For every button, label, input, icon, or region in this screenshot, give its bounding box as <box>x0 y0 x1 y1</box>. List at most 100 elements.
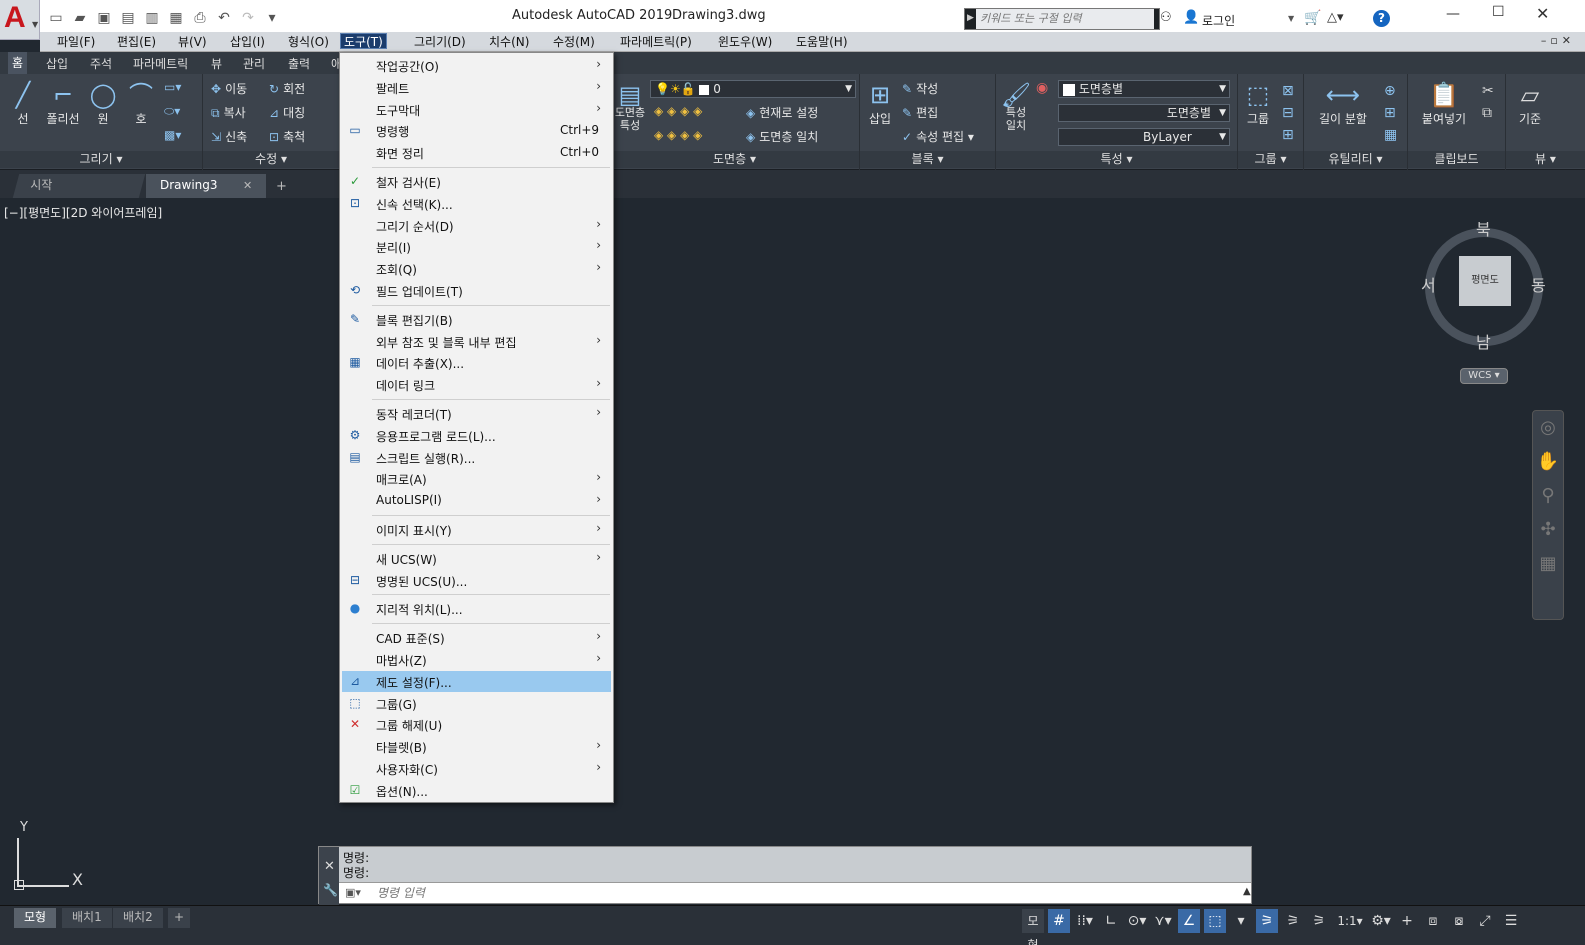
add-layout-icon[interactable]: + <box>168 908 191 928</box>
menu-window[interactable]: 윈도우(W) <box>715 34 775 50</box>
save-icon[interactable]: ▣ <box>94 8 114 28</box>
match-properties-button[interactable]: 🖌 특성 일치 <box>998 80 1034 132</box>
command-line-grip[interactable]: ✕ 🔧 <box>319 847 339 905</box>
object-snap-icon[interactable]: ⬚ <box>1204 909 1226 933</box>
lineweight-combo[interactable]: ByLayer ▼ <box>1058 128 1230 146</box>
tools-menu-item[interactable]: 화면 정리 Ctrl+0 <box>342 142 611 163</box>
a360-icon[interactable]: △▾ <box>1327 10 1344 25</box>
tab-insert[interactable]: 삽입 <box>46 55 68 72</box>
groups-panel-title[interactable]: 그룹 ▾ <box>1238 151 1303 168</box>
tools-menu-item[interactable]: ☑ 옵션(N)... <box>342 780 611 801</box>
scale-button[interactable]: ⊡ 축척 <box>269 128 305 145</box>
customize-menu-icon[interactable]: ☰ <box>1500 909 1522 933</box>
tools-menu-item[interactable]: ⊟ 명명된 UCS(U)... <box>342 570 611 591</box>
publish-icon[interactable]: ▥ <box>142 8 162 28</box>
polyline-button[interactable]: ⌐ 폴리선 <box>42 80 84 127</box>
insert-block-button[interactable]: ⊞ 삽입 <box>862 80 898 127</box>
chevron-down-icon[interactable]: ▼ <box>1288 14 1294 23</box>
polar-icon[interactable]: ⊙▾ <box>1126 909 1148 933</box>
model-space-toggle[interactable]: 모형 <box>1022 909 1044 945</box>
tools-menu-item[interactable]: 사용자화(C) › <box>342 758 611 779</box>
command-prompt-icon[interactable]: ▣▾ <box>345 886 361 899</box>
rotate-button[interactable]: ↻ 회전 <box>269 80 305 97</box>
qat-more-icon[interactable]: ▾ <box>262 8 282 28</box>
create-block-button[interactable]: ✎ 작성 <box>902 80 938 97</box>
tab-start[interactable]: 시작 <box>12 174 146 198</box>
new-file-icon[interactable]: ▭ <box>46 8 66 28</box>
close-icon[interactable]: ✕ <box>243 179 252 192</box>
tools-menu-item[interactable]: ▭ 명령행 Ctrl+9 <box>342 120 611 141</box>
tools-menu-item[interactable]: 마법사(Z) › <box>342 649 611 670</box>
tools-menu-item[interactable]: CAD 표준(S) › <box>342 627 611 648</box>
clipboard-panel-title[interactable]: 클립보드 <box>1408 151 1505 168</box>
layer-combo[interactable]: 💡☀🔓 0 ▼ <box>650 80 856 98</box>
tools-menu-item[interactable]: 타블렛(B) › <box>342 736 611 757</box>
arc-button[interactable]: ⌒ 호 <box>124 80 158 127</box>
menu-parametric[interactable]: 파라메트릭(P) <box>617 34 695 50</box>
layer-tools-row2[interactable]: ◈ ◈ ◈ ◈ <box>654 128 706 142</box>
object-snap-tracking-icon[interactable]: ∠ <box>1178 909 1200 933</box>
copy-button[interactable]: ⧉ 복사 <box>211 104 246 121</box>
tools-menu-item[interactable]: ▤ 스크립트 실행(R)... <box>342 447 611 468</box>
wrench-icon[interactable]: 🔧 <box>323 883 338 897</box>
tools-menu-item[interactable]: ✓ 철자 검사(E) <box>342 171 611 192</box>
view-panel-title[interactable]: 뷰 ▾ <box>1506 151 1585 168</box>
showmotion-icon[interactable]: ▦ <box>1533 547 1563 581</box>
annotation-scale-icon[interactable]: ⚞ <box>1308 909 1330 933</box>
menu-modify[interactable]: 수정(M) <box>550 34 598 50</box>
open-file-icon[interactable]: ▰ <box>70 8 90 28</box>
tools-menu-item[interactable]: 외부 참조 및 블록 내부 편집 › <box>342 331 611 352</box>
menu-dimension[interactable]: 치수(N) <box>486 34 532 50</box>
tab-layout1[interactable]: 배치1 <box>62 908 112 928</box>
tools-menu-item[interactable]: 그리기 순서(D) › <box>342 215 611 236</box>
properties-panel-title[interactable]: 특성 ▾ <box>996 151 1237 168</box>
close-icon[interactable]: ✕ <box>1536 4 1549 23</box>
scale-selector[interactable]: 1:1▾ <box>1334 909 1366 933</box>
application-button[interactable]: A ▼ <box>0 0 40 40</box>
move-button[interactable]: ✥ 이동 <box>211 80 247 97</box>
pan-icon[interactable]: ✋ <box>1533 445 1563 479</box>
compass-east[interactable]: 동 <box>1531 272 1546 296</box>
tools-menu-item[interactable]: ✎ 블록 편집기(B) <box>342 309 611 330</box>
tab-parametric[interactable]: 파라메트릭 <box>133 55 188 72</box>
tab-annotate[interactable]: 주석 <box>90 55 112 72</box>
linetype-combo[interactable]: 도면층별 ▼ <box>1058 104 1230 122</box>
hardware-acceleration-icon[interactable]: ⧇ <box>1448 909 1470 933</box>
tab-layout2[interactable]: 배치2 <box>113 908 163 928</box>
tools-menu-item[interactable]: ⚙ 응용프로그램 로드(L)... <box>342 425 611 446</box>
menu-help[interactable]: 도움말(H) <box>793 34 851 50</box>
group-tools-icon[interactable]: ⊠ ⊟ ⊞ <box>1282 80 1294 146</box>
save-as-icon[interactable]: ▤ <box>118 8 138 28</box>
tools-menu-item[interactable]: ✕ 그룹 해제(U) <box>342 714 611 735</box>
tools-menu-item[interactable]: ▦ 데이터 추출(X)... <box>342 352 611 373</box>
tools-menu-item[interactable]: ⬚ 그룹(G) <box>342 693 611 714</box>
layer-tools-row1[interactable]: ◈ ◈ ◈ ◈ <box>654 104 706 118</box>
annotation-monitor-icon[interactable]: + <box>1396 909 1418 933</box>
fullscreen-icon[interactable]: ⤢ <box>1474 909 1496 933</box>
tools-menu-item[interactable]: ● 지리적 위치(L)... <box>342 598 611 619</box>
paste-button[interactable]: 📋 붙여넣기 <box>1416 80 1472 127</box>
edit-attribute-button[interactable]: ✓ 속성 편집 ▾ <box>902 128 974 145</box>
measure-button[interactable]: ⟷ 길이 분할 <box>1312 80 1374 127</box>
steering-wheel-icon[interactable]: ◎ <box>1533 411 1563 445</box>
color-combo[interactable]: 도면층별 ▼ <box>1058 80 1230 98</box>
menu-format[interactable]: 형식(O) <box>285 34 332 50</box>
compass-west[interactable]: 서 <box>1421 272 1436 296</box>
mirror-button[interactable]: ⊿ 대칭 <box>269 104 305 121</box>
annotation-visibility-icon[interactable]: ⚞ <box>1256 909 1278 933</box>
utility-tools-icon[interactable]: ⊕ ⊞ ▦ <box>1384 80 1397 146</box>
isodraft-icon[interactable]: ⋎▾ <box>1152 909 1174 933</box>
close-icon[interactable]: ✕ <box>324 859 335 874</box>
tools-menu-item[interactable]: AutoLISP(I) › <box>342 490 611 511</box>
isolate-objects-icon[interactable]: ⧈ <box>1422 909 1444 933</box>
binoculars-icon[interactable]: ⚇ <box>1160 10 1180 28</box>
wcs-menu[interactable]: WCS ▾ <box>1460 368 1508 384</box>
grid-icon[interactable]: # <box>1048 909 1070 933</box>
command-history-up-icon[interactable]: ▲ <box>1243 886 1251 897</box>
ellipse-button[interactable]: ⬭▾ <box>164 104 184 119</box>
tools-menu-item[interactable]: ⊡ 신속 선택(K)... <box>342 193 611 214</box>
document-window-controls[interactable]: –▫✕ <box>1541 34 1575 47</box>
compass-north[interactable]: 북 <box>1476 216 1491 240</box>
modify-panel-title[interactable]: 수정 ▾ <box>203 151 339 168</box>
help-icon[interactable]: ? <box>1373 10 1390 27</box>
